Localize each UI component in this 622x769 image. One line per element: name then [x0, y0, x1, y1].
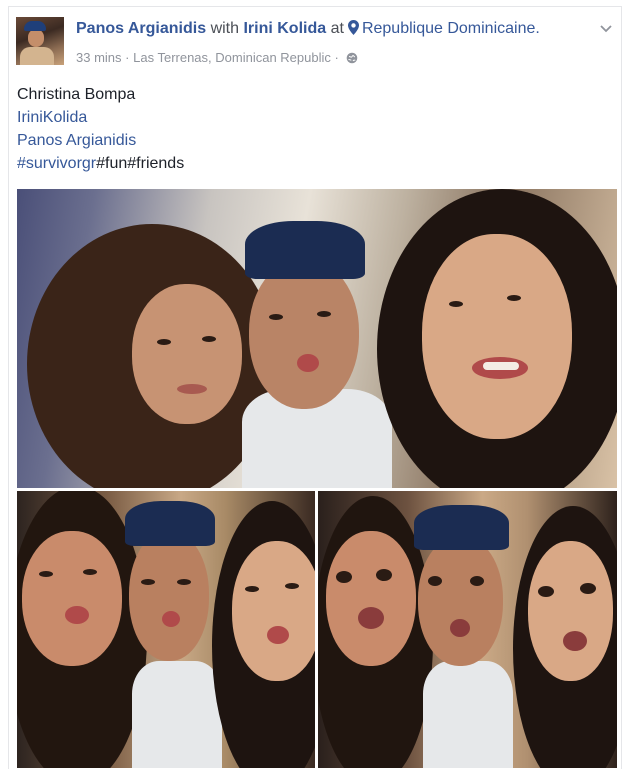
hashtag-fun[interactable]: #fun — [96, 155, 127, 172]
map-pin-icon — [347, 20, 359, 40]
mention-irini[interactable]: IriniKolida — [17, 106, 184, 129]
post-photo-3[interactable] — [318, 491, 617, 768]
place-link[interactable]: Las Terrenas, Dominican Republic — [133, 50, 331, 65]
meta-separator: · — [125, 50, 130, 65]
with-text: with — [210, 20, 240, 37]
post-photo-2[interactable] — [17, 491, 315, 768]
hashtags-line: #survivorgr#fun#friends — [17, 152, 184, 175]
post-text-line-1: Christina Bompa — [17, 86, 136, 103]
tagged-person-link[interactable]: Irini Kolida — [243, 20, 326, 37]
location-link[interactable]: Republique Dominicaine. — [362, 20, 540, 37]
at-text: at — [330, 20, 344, 37]
chevron-down-icon[interactable] — [600, 22, 612, 36]
post-header: Panos Argianidis with Irini Kolida at Rep… — [76, 20, 540, 40]
mention-panos[interactable]: Panos Argianidis — [17, 129, 184, 152]
author-name-link[interactable]: Panos Argianidis — [76, 20, 206, 37]
post-meta: 33 mins · Las Terrenas, Dominican Republ… — [76, 50, 358, 67]
meta-separator-2: · — [334, 50, 339, 65]
timestamp-link[interactable]: 33 mins — [76, 50, 122, 65]
hashtag-survivorgr[interactable]: #survivorgr — [17, 155, 96, 172]
post-photo-main[interactable] — [17, 189, 617, 488]
post-text: Christina Bompa IriniKolida Panos Argian… — [17, 83, 184, 175]
hashtag-friends[interactable]: #friends — [127, 155, 184, 172]
globe-icon[interactable] — [346, 52, 358, 67]
author-avatar[interactable] — [16, 17, 64, 65]
